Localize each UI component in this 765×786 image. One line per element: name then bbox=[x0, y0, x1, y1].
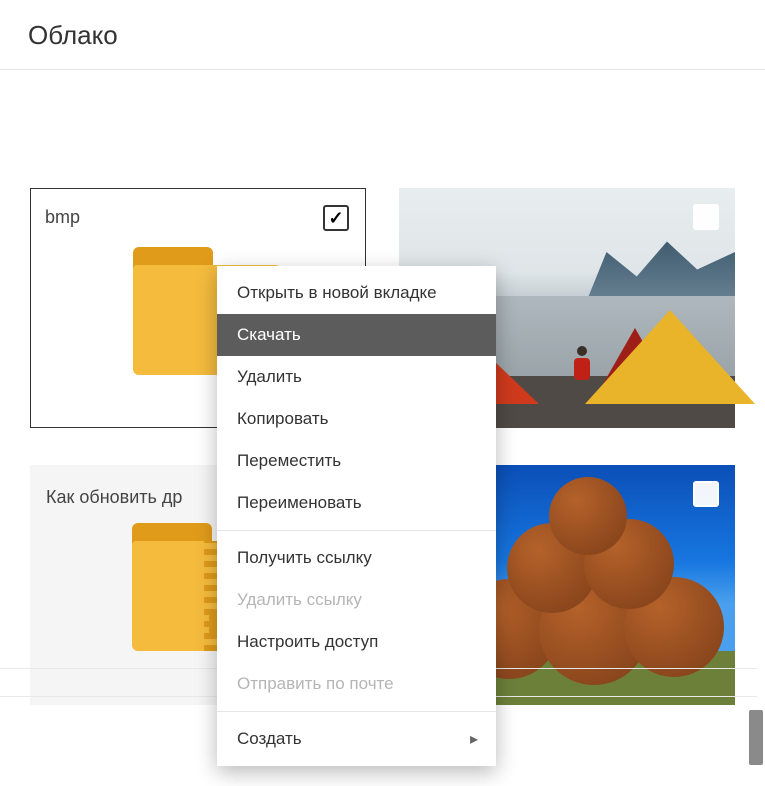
context-menu-item[interactable]: Удалить bbox=[217, 356, 496, 398]
context-menu-item[interactable]: Копировать bbox=[217, 398, 496, 440]
scrollbar-thumb[interactable] bbox=[749, 710, 763, 765]
context-menu-item[interactable]: Настроить доступ bbox=[217, 621, 496, 663]
archive-label: Как обновить др bbox=[46, 487, 182, 508]
context-menu-item[interactable]: Создать▸ bbox=[217, 718, 496, 760]
context-menu-item[interactable]: Переместить bbox=[217, 440, 496, 482]
page-title: Облако bbox=[28, 20, 765, 51]
page-header: Облако bbox=[0, 0, 765, 70]
context-menu-item: Удалить ссылку bbox=[217, 579, 496, 621]
checkbox-icon[interactable] bbox=[693, 204, 719, 230]
context-menu-item[interactable]: Открыть в новой вкладке bbox=[217, 272, 496, 314]
context-menu-item[interactable]: Переименовать bbox=[217, 482, 496, 524]
folder-label: bmp bbox=[45, 207, 80, 228]
context-menu: Открыть в новой вкладкеСкачатьУдалитьКоп… bbox=[217, 266, 496, 766]
context-menu-item[interactable]: Скачать bbox=[217, 314, 496, 356]
context-menu-item: Отправить по почте bbox=[217, 663, 496, 705]
file-grid: bmp Как обновить др bbox=[0, 70, 765, 96]
chevron-right-icon: ▸ bbox=[470, 729, 478, 749]
context-menu-item[interactable]: Получить ссылку bbox=[217, 537, 496, 579]
checkbox-icon[interactable] bbox=[693, 481, 719, 507]
checkbox-icon[interactable] bbox=[323, 205, 349, 231]
